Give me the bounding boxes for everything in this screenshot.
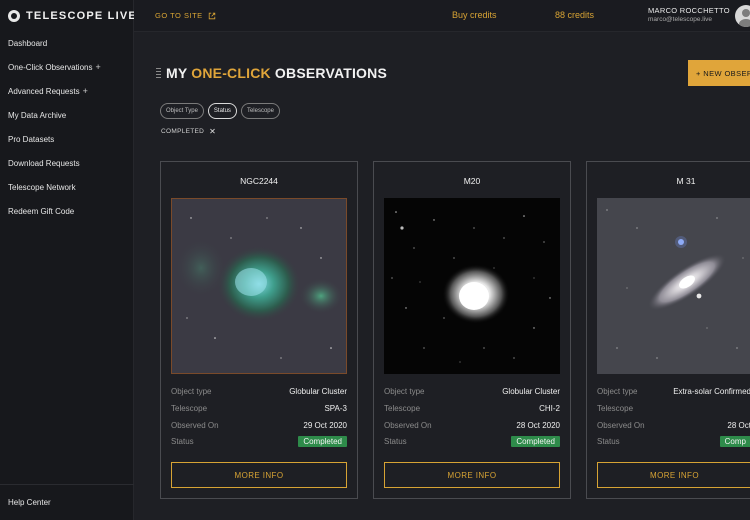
title-bars-icon	[156, 66, 161, 80]
status-row: Status Completed	[384, 434, 560, 448]
brand-row: TELESCOPE LIVE	[0, 0, 158, 32]
observation-card: M20 Object type Globular Cluster Telesco…	[373, 161, 571, 499]
status-badge: Comp	[719, 435, 750, 447]
top-bar: GO TO SITE Buy credits 88 credits MARCO …	[134, 0, 750, 32]
user-email: marco@telescope.live	[648, 16, 713, 23]
sidebar-item-download-requests[interactable]: Download Requests	[0, 151, 133, 175]
telescope-logo-icon	[8, 10, 20, 22]
credits-balance[interactable]: 88 credits	[555, 10, 594, 20]
telescope-row: Telescope SPA-3	[171, 403, 347, 413]
observation-image[interactable]	[384, 198, 560, 374]
object-type-row: Object type Extra-solar Confirmed	[597, 386, 750, 396]
sidebar-item-advanced-requests[interactable]: Advanced Requests +	[0, 79, 133, 103]
active-filter: COMPLETED ✕	[161, 127, 216, 136]
sidebar-item-label: My Data Archive	[8, 110, 67, 120]
more-info-button[interactable]: MORE INFO	[597, 462, 750, 488]
go-to-site-link[interactable]: GO TO SITE	[155, 11, 216, 20]
avatar[interactable]	[735, 5, 750, 27]
telescope-row: Telescope CHI-2	[384, 403, 560, 413]
observation-image[interactable]	[171, 198, 347, 374]
main-content: MY ONE-CLICK OBSERVATIONS + NEW OBSERVAT…	[134, 32, 750, 520]
sidebar-item-my-data-archive[interactable]: My Data Archive	[0, 103, 133, 127]
card-title: NGC2244	[240, 176, 278, 186]
sidebar: TELESCOPE LIVE Dashboard One-Click Obser…	[0, 0, 158, 520]
active-filter-label: COMPLETED	[161, 128, 205, 135]
observed-on-row: Observed On 29 Oct 2020	[171, 420, 347, 430]
telescope-row: Telescope	[597, 403, 634, 413]
object-type-row: Object type Globular Cluster	[384, 386, 560, 396]
page-title: MY ONE-CLICK OBSERVATIONS	[166, 65, 388, 81]
observation-card: NGC2244 Object type Globular Cluster Tel…	[160, 161, 358, 499]
filter-chips: Object Type Status Telescope	[160, 103, 280, 119]
user-info[interactable]: MARCO ROCCHETTO marco@telescope.live	[648, 6, 730, 23]
plus-icon: +	[95, 62, 101, 72]
observed-on-row: Observed On 28 Oct	[597, 420, 750, 430]
brand-name: TELESCOPE LIVE	[26, 10, 137, 22]
close-icon[interactable]: ✕	[209, 127, 216, 136]
observed-on-row: Observed On 28 Oct 2020	[384, 420, 560, 430]
buy-credits-link[interactable]: Buy credits	[452, 10, 497, 20]
observation-image[interactable]	[597, 198, 750, 374]
sidebar-item-dashboard[interactable]: Dashboard	[0, 31, 133, 55]
filter-chip-status[interactable]: Status	[207, 103, 237, 119]
filter-chip-object-type[interactable]: Object Type	[160, 103, 204, 119]
plus-icon: +	[82, 86, 88, 96]
new-observation-button[interactable]: + NEW OBSERVATION	[688, 60, 750, 86]
user-name: MARCO ROCCHETTO	[648, 6, 730, 15]
status-row: Status Comp	[597, 434, 750, 448]
sidebar-item-label: Dashboard	[8, 38, 48, 48]
more-info-button[interactable]: MORE INFO	[171, 462, 347, 488]
more-info-button[interactable]: MORE INFO	[384, 462, 560, 488]
sidebar-item-label: Redeem Gift Code	[8, 206, 75, 216]
sidebar-item-label: Telescope Network	[8, 182, 76, 192]
external-link-icon	[208, 12, 215, 19]
status-badge: Completed	[298, 435, 347, 447]
status-row: Status Completed	[171, 434, 347, 448]
sidebar-item-label: Advanced Requests	[8, 86, 80, 96]
sidebar-item-pro-datasets[interactable]: Pro Datasets	[0, 127, 133, 151]
sidebar-item-redeem-gift-code[interactable]: Redeem Gift Code	[0, 199, 133, 223]
help-center-link[interactable]: Help Center	[0, 484, 134, 520]
sidebar-item-one-click-observations[interactable]: One-Click Observations +	[0, 55, 133, 79]
sidebar-item-label: Download Requests	[8, 158, 80, 168]
sidebar-item-label: One-Click Observations	[8, 62, 93, 72]
card-title: M20	[463, 176, 481, 186]
observation-card: M 31 Object type Extra-solar Confirmed T…	[586, 161, 750, 499]
sidebar-item-telescope-network[interactable]: Telescope Network	[0, 175, 133, 199]
sidebar-item-label: Pro Datasets	[8, 134, 55, 144]
status-badge: Completed	[511, 435, 560, 447]
page-title-row: MY ONE-CLICK OBSERVATIONS	[156, 65, 387, 81]
filter-chip-telescope[interactable]: Telescope	[240, 103, 280, 119]
card-title: M 31	[676, 176, 696, 186]
go-to-site-label: GO TO SITE	[155, 11, 203, 20]
sidebar-nav: Dashboard One-Click Observations + Advan…	[0, 31, 133, 223]
object-type-row: Object type Globular Cluster	[171, 386, 347, 396]
